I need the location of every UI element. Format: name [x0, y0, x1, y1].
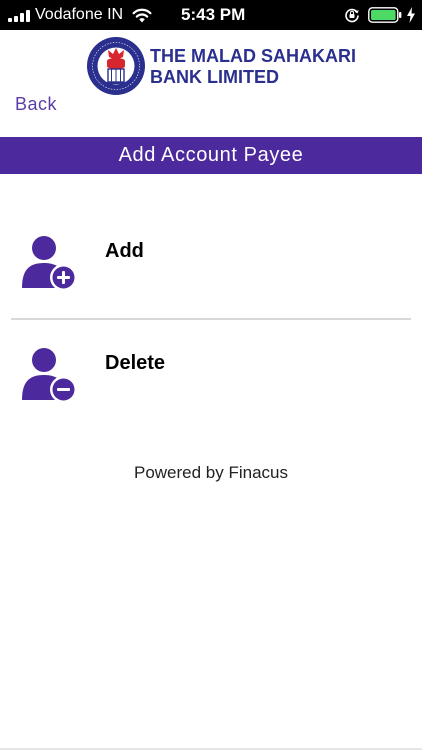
carrier-name: Vodafone IN [35, 6, 124, 23]
wifi-icon [132, 8, 152, 23]
add-label: Add [105, 240, 144, 262]
delete-label: Delete [105, 352, 166, 374]
user-remove-icon [22, 348, 77, 403]
status-time: 5:43 PM [181, 5, 246, 24]
bank-name-line-2: BANK LIMITED [150, 67, 279, 87]
powered-by-text: Powered by Finacus [133, 463, 289, 482]
bank-logo-icon [87, 37, 145, 95]
add-payee-option[interactable]: Add [0, 216, 422, 312]
bank-name: THE MALAD SAHAKARI BANK LIMITED [150, 46, 390, 88]
signal-icon [8, 10, 32, 22]
user-add-icon [22, 236, 77, 291]
divider [11, 318, 411, 320]
delete-payee-option[interactable]: Delete [0, 328, 422, 424]
page-title: Add Account Payee [118, 144, 304, 166]
status-bar: Vodafone IN 5:43 PM [0, 0, 422, 30]
charging-icon [407, 7, 415, 23]
title-bar: Add Account Payee [0, 137, 422, 174]
battery-icon [368, 7, 402, 23]
orientation-lock-icon [345, 8, 359, 23]
back-button[interactable]: Back [15, 93, 57, 115]
bank-name-line-1: THE MALAD SAHAKARI [150, 46, 356, 66]
